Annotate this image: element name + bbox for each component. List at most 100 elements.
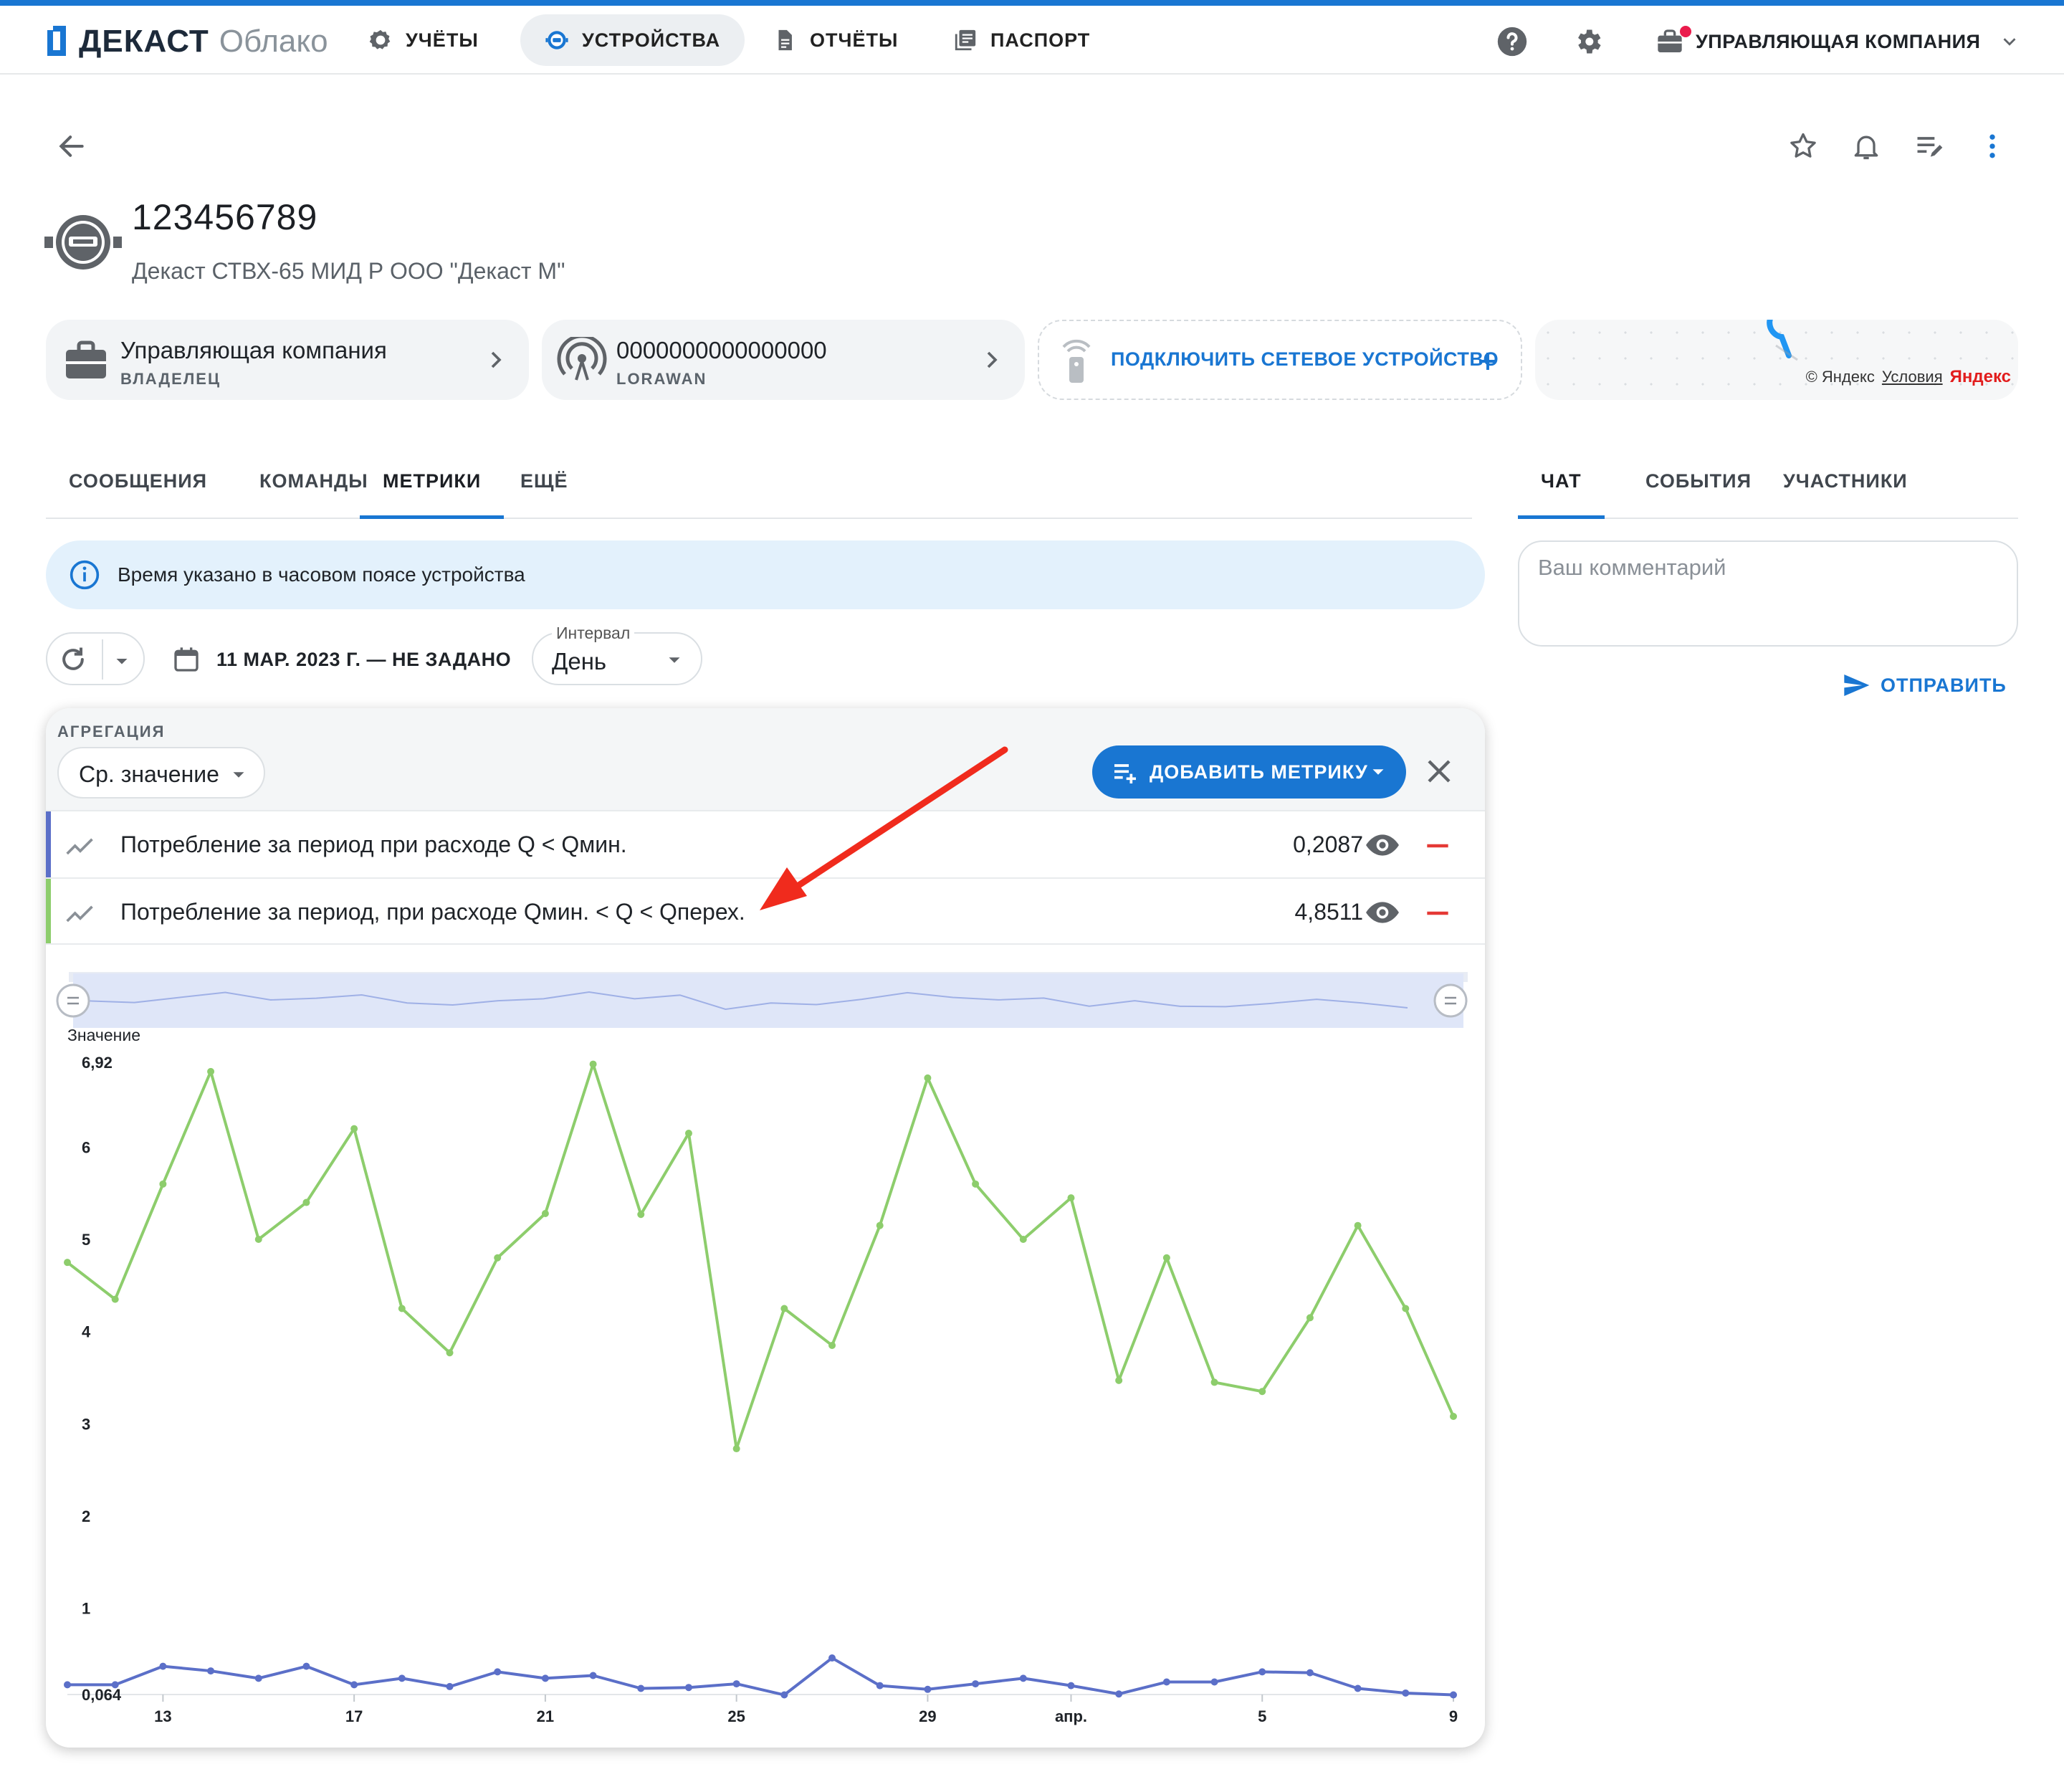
help-icon[interactable] <box>1496 26 1528 57</box>
gear-icon[interactable] <box>1572 26 1604 57</box>
data-point[interactable] <box>1019 1236 1027 1244</box>
data-point[interactable] <box>589 1672 597 1679</box>
data-point[interactable] <box>1306 1669 1314 1677</box>
network-card[interactable]: 0000000000000000 LORAWAN <box>542 320 1025 400</box>
map-card[interactable]: © Яндекс Условия Яндекс <box>1535 320 2018 400</box>
remove-metric-icon[interactable] <box>1422 830 1453 862</box>
date-range-picker[interactable]: 11 МАР. 2023 Г. — НЕ ЗАДАНО <box>172 642 511 677</box>
data-point[interactable] <box>1162 1678 1170 1686</box>
data-point[interactable] <box>1210 1378 1218 1386</box>
data-point[interactable] <box>1210 1678 1218 1686</box>
close-icon[interactable] <box>1422 754 1456 788</box>
data-point[interactable] <box>1354 1221 1362 1229</box>
connect-network-device-card[interactable]: ПОДКЛЮЧИТЬ СЕТЕВОЕ УСТРОЙСТВО <box>1038 320 1522 400</box>
data-point[interactable] <box>302 1662 310 1670</box>
data-point[interactable] <box>159 1180 167 1188</box>
zoom-handle-left[interactable] <box>56 983 90 1018</box>
data-point[interactable] <box>637 1211 645 1219</box>
app-logo[interactable]: ДЕКАСТ Облако <box>46 22 328 62</box>
data-point[interactable] <box>1258 1388 1266 1396</box>
data-point[interactable] <box>1402 1305 1410 1312</box>
data-point[interactable] <box>1258 1668 1266 1676</box>
data-point[interactable] <box>1402 1689 1410 1697</box>
data-point[interactable] <box>637 1684 645 1692</box>
aggregation-select[interactable]: Ср. значение <box>57 747 265 799</box>
data-point[interactable] <box>1450 1691 1457 1699</box>
refresh-icon[interactable] <box>57 644 89 675</box>
interval-select[interactable]: Интервал День <box>532 624 702 685</box>
data-point[interactable] <box>732 1445 740 1453</box>
tab-messages[interactable]: СООБЩЕНИЯ <box>46 454 230 519</box>
data-point[interactable] <box>350 1681 358 1689</box>
comment-input[interactable]: Ваш комментарий <box>1518 540 2018 647</box>
eye-icon[interactable] <box>1365 895 1400 930</box>
data-point[interactable] <box>111 1681 119 1689</box>
data-point[interactable] <box>876 1221 884 1229</box>
data-point[interactable] <box>684 1684 692 1692</box>
data-point[interactable] <box>541 1674 549 1682</box>
data-point[interactable] <box>780 1691 788 1699</box>
data-point[interactable] <box>924 1685 932 1693</box>
tab-events[interactable]: СОБЫТИЯ <box>1623 454 1774 519</box>
data-point[interactable] <box>1354 1684 1362 1692</box>
caret-down-icon[interactable] <box>109 648 135 674</box>
bell-icon[interactable] <box>1850 130 1882 162</box>
nav-item-devices[interactable]: УСТРОЙСТВА <box>520 14 745 66</box>
data-point[interactable] <box>1162 1254 1170 1262</box>
data-point[interactable] <box>828 1654 836 1662</box>
tab-participants[interactable]: УЧАСТНИКИ <box>1760 454 1931 519</box>
data-point[interactable] <box>254 1236 262 1244</box>
data-point[interactable] <box>1067 1682 1075 1689</box>
data-point[interactable] <box>207 1067 215 1075</box>
nav-item-passport[interactable]: ПАСПОРТ <box>929 14 1114 66</box>
data-point[interactable] <box>111 1295 119 1303</box>
data-point[interactable] <box>876 1682 884 1689</box>
owner-card[interactable]: Управляющая компания ВЛАДЕЛЕЦ <box>46 320 529 400</box>
data-point[interactable] <box>780 1305 788 1312</box>
data-point[interactable] <box>254 1674 262 1682</box>
tab-metrics[interactable]: МЕТРИКИ <box>360 454 505 519</box>
data-point[interactable] <box>1067 1194 1075 1202</box>
data-point[interactable] <box>207 1667 215 1675</box>
data-point[interactable] <box>1450 1413 1457 1421</box>
metric-row[interactable]: Потребление за период при расходе Q < Qм… <box>46 810 1485 877</box>
data-point[interactable] <box>1019 1674 1027 1682</box>
data-point[interactable] <box>924 1074 932 1082</box>
data-point[interactable] <box>541 1209 549 1217</box>
metric-row[interactable]: Потребление за период, при расходе Qмин.… <box>46 877 1485 945</box>
add-metric-button[interactable]: ДОБАВИТЬ МЕТРИКУ <box>1092 745 1406 799</box>
data-point[interactable] <box>64 1681 71 1689</box>
data-point[interactable] <box>446 1349 454 1357</box>
nav-item-reports[interactable]: ОТЧЁТЫ <box>748 14 922 66</box>
data-point[interactable] <box>398 1674 406 1682</box>
remove-metric-icon[interactable] <box>1422 897 1453 929</box>
data-point[interactable] <box>398 1305 406 1312</box>
company-menu[interactable]: УПРАВЛЯЮЩАЯ КОМПАНИЯ <box>1656 20 2020 63</box>
send-button[interactable]: ОТПРАВИТЬ <box>1842 669 2007 701</box>
data-point[interactable] <box>494 1254 502 1262</box>
data-point[interactable] <box>64 1259 71 1267</box>
data-point[interactable] <box>828 1341 836 1349</box>
data-point[interactable] <box>684 1130 692 1138</box>
data-point[interactable] <box>732 1680 740 1688</box>
data-point[interactable] <box>302 1198 310 1206</box>
tab-chat[interactable]: ЧАТ <box>1518 454 1605 519</box>
data-point[interactable] <box>1115 1376 1123 1384</box>
nav-item-uchety[interactable]: УЧЁТЫ <box>344 14 503 66</box>
star-icon[interactable] <box>1787 130 1819 162</box>
data-point[interactable] <box>972 1680 980 1688</box>
edit-list-icon[interactable] <box>1914 130 1945 162</box>
data-point[interactable] <box>350 1125 358 1133</box>
more-vert-icon[interactable] <box>1977 130 2008 162</box>
map-terms-link[interactable]: Условия <box>1882 368 1943 386</box>
data-point[interactable] <box>1115 1690 1123 1698</box>
eye-icon[interactable] <box>1365 827 1400 863</box>
data-point[interactable] <box>1306 1314 1314 1322</box>
data-point[interactable] <box>494 1668 502 1676</box>
zoom-handle-right[interactable] <box>1433 983 1468 1018</box>
zoom-slider[interactable] <box>56 972 1468 1028</box>
tab-more[interactable]: ЕЩЁ <box>497 454 591 519</box>
data-point[interactable] <box>589 1060 597 1068</box>
data-point[interactable] <box>446 1682 454 1690</box>
data-point[interactable] <box>159 1662 167 1670</box>
